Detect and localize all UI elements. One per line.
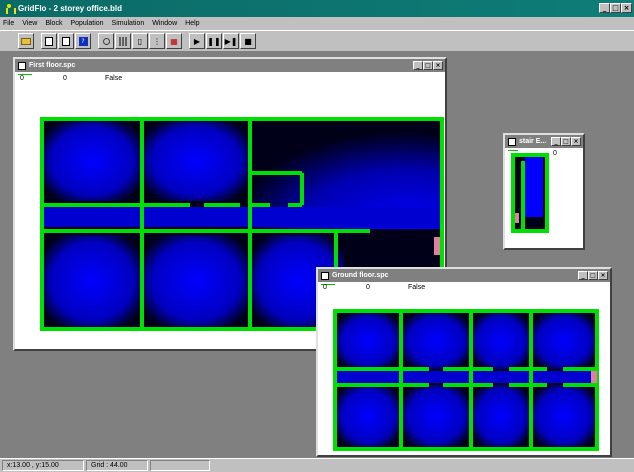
pause-button[interactable]: ❚❚ xyxy=(206,33,222,49)
first-floor-value-2: 0 xyxy=(63,75,67,82)
first-floor-maximize-button[interactable]: □ xyxy=(423,61,433,70)
ground-floor-value-1: 0 xyxy=(323,284,327,291)
ground-floor-window[interactable]: Ground floor.spc _ □ × 0 0 False xyxy=(316,267,612,457)
minimize-button[interactable]: _ xyxy=(599,3,610,13)
app-title: GridFlo - 2 storey office.bld xyxy=(18,4,123,13)
new-page-icon xyxy=(45,36,53,46)
zoom-button[interactable] xyxy=(98,33,114,49)
status-coordinates: x:13.00 , y:15.00 xyxy=(2,460,84,471)
stair-minimize-button[interactable]: _ xyxy=(551,137,561,146)
gridflo-logo-icon xyxy=(4,3,16,14)
menu-population[interactable]: Population xyxy=(70,20,103,27)
status-extra xyxy=(150,460,210,471)
population-icon: ▦ xyxy=(170,36,178,46)
document-icon xyxy=(321,271,329,280)
stair-maximize-button[interactable]: □ xyxy=(561,137,571,146)
blue-block-icon: ? xyxy=(78,36,88,46)
close-button[interactable]: × xyxy=(621,3,632,13)
app-title-bar: GridFlo - 2 storey office.bld _ □ × xyxy=(0,0,634,17)
ground-floor-minimize-button[interactable]: _ xyxy=(578,271,588,280)
maximize-button[interactable]: □ xyxy=(610,3,621,13)
row-icon: ⋮ xyxy=(153,36,161,46)
menu-window[interactable]: Window xyxy=(152,20,177,27)
ground-floor-close-button[interactable]: × xyxy=(598,271,608,280)
menu-view[interactable]: View xyxy=(22,20,37,27)
status-bar: x:13.00 , y:15.00 Grid : 44.00 xyxy=(0,458,634,472)
step-button[interactable]: ▶❚ xyxy=(223,33,239,49)
play-icon: ▶ xyxy=(193,36,201,46)
first-floor-close-button[interactable]: × xyxy=(433,61,443,70)
ground-floor-title-bar[interactable]: Ground floor.spc _ □ × xyxy=(318,269,610,282)
play-button[interactable]: ▶ xyxy=(189,33,205,49)
first-floor-title: First floor.spc xyxy=(29,62,76,69)
menu-file[interactable]: File xyxy=(3,20,14,27)
stair-map[interactable] xyxy=(511,153,549,233)
document-icon xyxy=(508,137,516,146)
menu-simulation[interactable]: Simulation xyxy=(112,20,145,27)
first-floor-title-bar[interactable]: First floor.spc _ □ × xyxy=(15,59,445,72)
first-floor-value-1: 0 xyxy=(20,75,24,82)
row-button[interactable]: ⋮ xyxy=(149,33,165,49)
stair-value-1: 0 xyxy=(553,150,557,157)
progress-tick xyxy=(508,150,518,151)
ground-floor-value-2: 0 xyxy=(366,284,370,291)
ground-floor-maximize-button[interactable]: □ xyxy=(588,271,598,280)
ground-floor-value-3: False xyxy=(408,284,426,291)
step-icon: ▶❚ xyxy=(224,36,238,46)
menu-help[interactable]: Help xyxy=(185,20,199,27)
first-floor-minimize-button[interactable]: _ xyxy=(413,61,423,70)
column-icon: ▯ xyxy=(137,36,143,46)
open-button[interactable] xyxy=(18,33,34,49)
stair-title-bar[interactable]: stair E... _ □ × xyxy=(505,135,583,148)
stop-button[interactable]: ■ xyxy=(240,33,256,49)
pause-icon: ❚❚ xyxy=(207,36,221,46)
population-button[interactable]: ▦ xyxy=(166,33,182,49)
ground-floor-map[interactable] xyxy=(333,309,599,451)
stop-icon: ■ xyxy=(244,36,252,46)
new-button[interactable] xyxy=(41,33,57,49)
menu-block[interactable]: Block xyxy=(45,20,62,27)
document-icon xyxy=(18,61,26,70)
toolbar: ? ▯ ⋮ ▦ ▶ ❚❚ ▶❚ ■ xyxy=(0,30,634,52)
page-icon xyxy=(62,36,70,46)
stair-close-button[interactable]: × xyxy=(571,137,581,146)
folder-icon xyxy=(21,37,31,45)
menu-bar: File View Block Population Simulation Wi… xyxy=(0,17,634,30)
blank-button[interactable] xyxy=(58,33,74,49)
grid-button[interactable] xyxy=(115,33,131,49)
stair-window[interactable]: stair E... _ □ × 0 xyxy=(503,133,585,250)
magnifier-icon xyxy=(102,37,110,45)
grid-icon xyxy=(118,36,128,46)
first-floor-value-3: False xyxy=(105,75,123,82)
stair-title: stair E... xyxy=(519,138,547,145)
ground-floor-title: Ground floor.spc xyxy=(332,272,389,279)
block-button[interactable]: ? xyxy=(75,33,91,49)
status-grid: Grid : 44.00 xyxy=(86,460,148,471)
column-button[interactable]: ▯ xyxy=(132,33,148,49)
